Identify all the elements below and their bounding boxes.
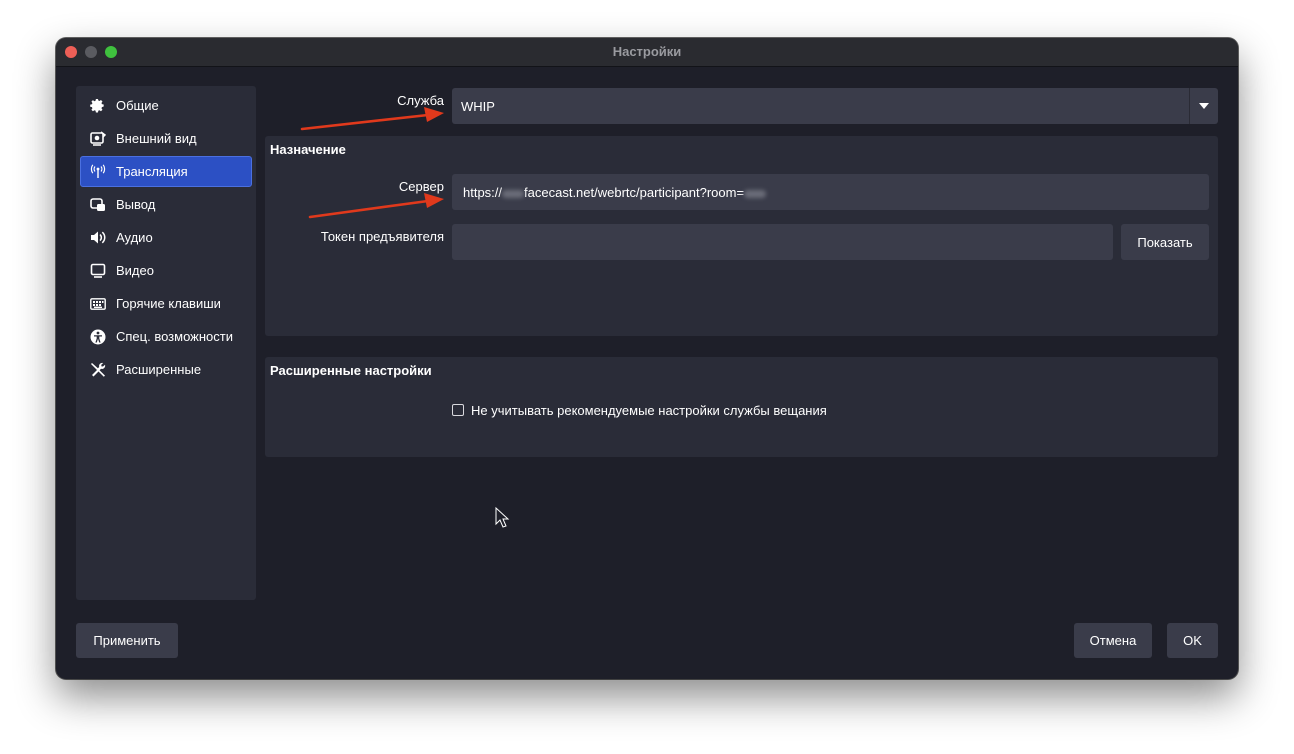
ignore-recommended-checkbox[interactable]	[452, 404, 464, 416]
title-bar: Настройки	[56, 38, 1238, 67]
service-label: Служба	[397, 93, 444, 108]
sidebar-item-output[interactable]: Вывод	[80, 189, 252, 220]
redacted-room-id	[744, 189, 767, 198]
sidebar-item-label: Вывод	[116, 197, 156, 212]
destination-title: Назначение	[270, 142, 346, 157]
mouse-cursor-icon	[495, 506, 510, 528]
appearance-icon	[89, 130, 106, 147]
accessibility-icon	[89, 328, 106, 345]
server-url-path: facecast.net/webrtc/participant?room=	[524, 185, 745, 200]
sidebar-item-label: Аудио	[116, 230, 153, 245]
sidebar-item-appearance[interactable]: Внешний вид	[80, 123, 252, 154]
window-title: Настройки	[612, 44, 682, 59]
sidebar-item-stream[interactable]: Трансляция	[80, 156, 252, 187]
sidebar-item-label: Видео	[116, 263, 154, 278]
service-dropdown[interactable]: WHIP	[452, 88, 1218, 124]
ignore-recommended-label[interactable]: Не учитывать рекомендуемые настройки слу…	[471, 403, 827, 418]
show-token-button[interactable]: Показать	[1121, 224, 1209, 260]
settings-window: Настройки Общие Внешний вид Трансляция В…	[56, 38, 1238, 679]
server-label: Сервер	[398, 179, 444, 194]
keyboard-icon	[89, 295, 106, 312]
ok-button[interactable]: OK	[1167, 623, 1218, 658]
token-label: Токен предъявителя	[320, 229, 444, 244]
bearer-token-input[interactable]	[452, 224, 1113, 260]
settings-sidebar: Общие Внешний вид Трансляция Вывод Аудио	[76, 86, 256, 600]
broadcast-antenna-icon	[89, 163, 106, 180]
advanced-settings-title: Расширенные настройки	[270, 363, 432, 378]
server-url-prefix: https://	[463, 185, 503, 200]
cancel-button[interactable]: Отмена	[1074, 623, 1152, 658]
sidebar-item-general[interactable]: Общие	[80, 90, 252, 121]
sidebar-item-label: Общие	[116, 98, 159, 113]
redacted-subdomain	[502, 189, 525, 198]
sidebar-item-label: Трансляция	[116, 164, 188, 179]
sidebar-item-video[interactable]: Видео	[80, 255, 252, 286]
sidebar-item-label: Расширенные	[116, 362, 202, 377]
output-icon	[89, 196, 106, 213]
annotation-arrow-service	[300, 107, 444, 131]
chevron-down-icon[interactable]	[1189, 88, 1218, 124]
server-url: https:// facecast.net/webrtc/participant?…	[463, 185, 767, 200]
tools-icon	[89, 361, 106, 378]
speaker-icon	[89, 229, 106, 246]
monitor-icon	[89, 262, 106, 279]
sidebar-item-advanced[interactable]: Расширенные	[80, 354, 252, 385]
server-input[interactable]: https:// facecast.net/webrtc/participant?…	[452, 174, 1209, 210]
sidebar-item-hotkeys[interactable]: Горячие клавиши	[80, 288, 252, 319]
apply-button[interactable]: Применить	[76, 623, 178, 658]
service-value: WHIP	[461, 99, 495, 114]
sidebar-item-label: Спец. возможности	[116, 329, 233, 344]
gear-icon	[89, 97, 106, 114]
sidebar-item-accessibility[interactable]: Спец. возможности	[80, 321, 252, 352]
sidebar-item-label: Внешний вид	[116, 131, 197, 146]
sidebar-item-audio[interactable]: Аудио	[80, 222, 252, 253]
sidebar-item-label: Горячие клавиши	[116, 296, 221, 311]
